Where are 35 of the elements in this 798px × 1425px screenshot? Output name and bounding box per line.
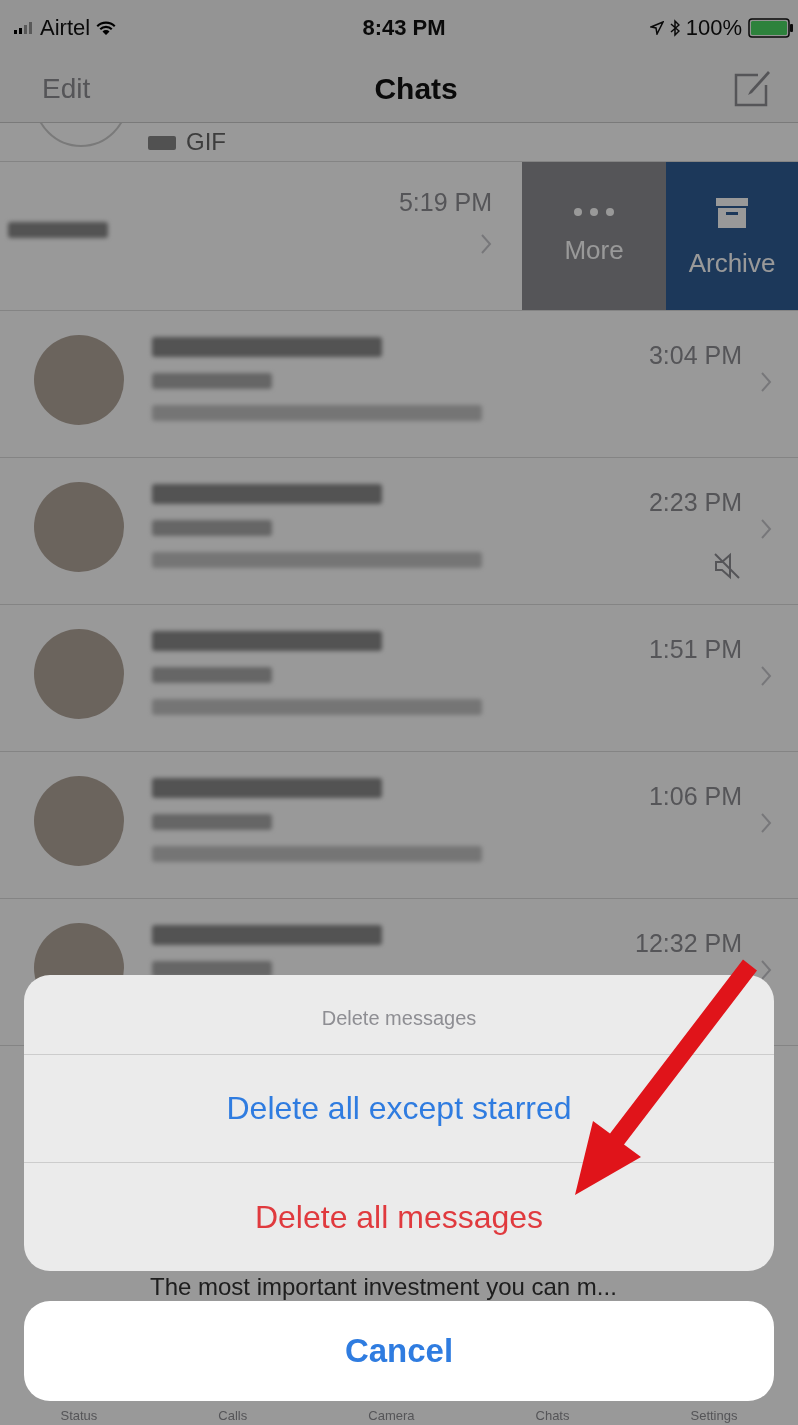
- gif-icon: [148, 134, 176, 150]
- chat-time: 1:06 PM: [648, 782, 742, 811]
- edit-button[interactable]: Edit: [32, 73, 101, 105]
- battery-percent: 100%: [685, 15, 742, 41]
- more-action[interactable]: More: [522, 162, 666, 310]
- tab-label[interactable]: Camera: [358, 1408, 425, 1423]
- archive-action[interactable]: Archive: [666, 162, 798, 310]
- sheet-option[interactable]: Delete all messages: [24, 1163, 774, 1271]
- message-preview: The most important investment you can m...: [150, 1273, 617, 1300]
- chevron-icon: [760, 518, 772, 540]
- chat-time: 12:32 PM: [635, 929, 742, 958]
- chat-time: 5:19 PM: [398, 188, 492, 217]
- chevron-icon: [760, 371, 772, 393]
- cancel-button[interactable]: Cancel: [24, 1301, 774, 1401]
- tab-label[interactable]: Settings: [680, 1408, 748, 1423]
- wifi-icon: [96, 20, 117, 36]
- tab-label[interactable]: Chats: [525, 1408, 580, 1423]
- chevron-icon: [760, 665, 772, 687]
- location-icon: [649, 21, 664, 35]
- message-preview: GIF: [186, 128, 226, 156]
- compose-icon[interactable]: [732, 69, 772, 109]
- chevron-icon: [760, 959, 772, 981]
- status-time: 8:43 PM: [362, 15, 446, 41]
- chevron-icon: [480, 233, 492, 255]
- chevron-icon: [760, 812, 772, 834]
- tab-label[interactable]: Calls: [208, 1408, 258, 1423]
- chat-time: 3:04 PM: [648, 341, 742, 370]
- dots-icon: [572, 206, 616, 217]
- tab-label[interactable]: Status: [50, 1408, 108, 1423]
- screen-title: Chats: [374, 72, 458, 106]
- carrier-name: Airtel: [40, 15, 91, 41]
- battery-icon: [748, 18, 794, 38]
- bluetooth-icon: [669, 19, 680, 37]
- chat-time: 1:51 PM: [648, 635, 742, 664]
- chat-time: 2:23 PM: [648, 488, 742, 517]
